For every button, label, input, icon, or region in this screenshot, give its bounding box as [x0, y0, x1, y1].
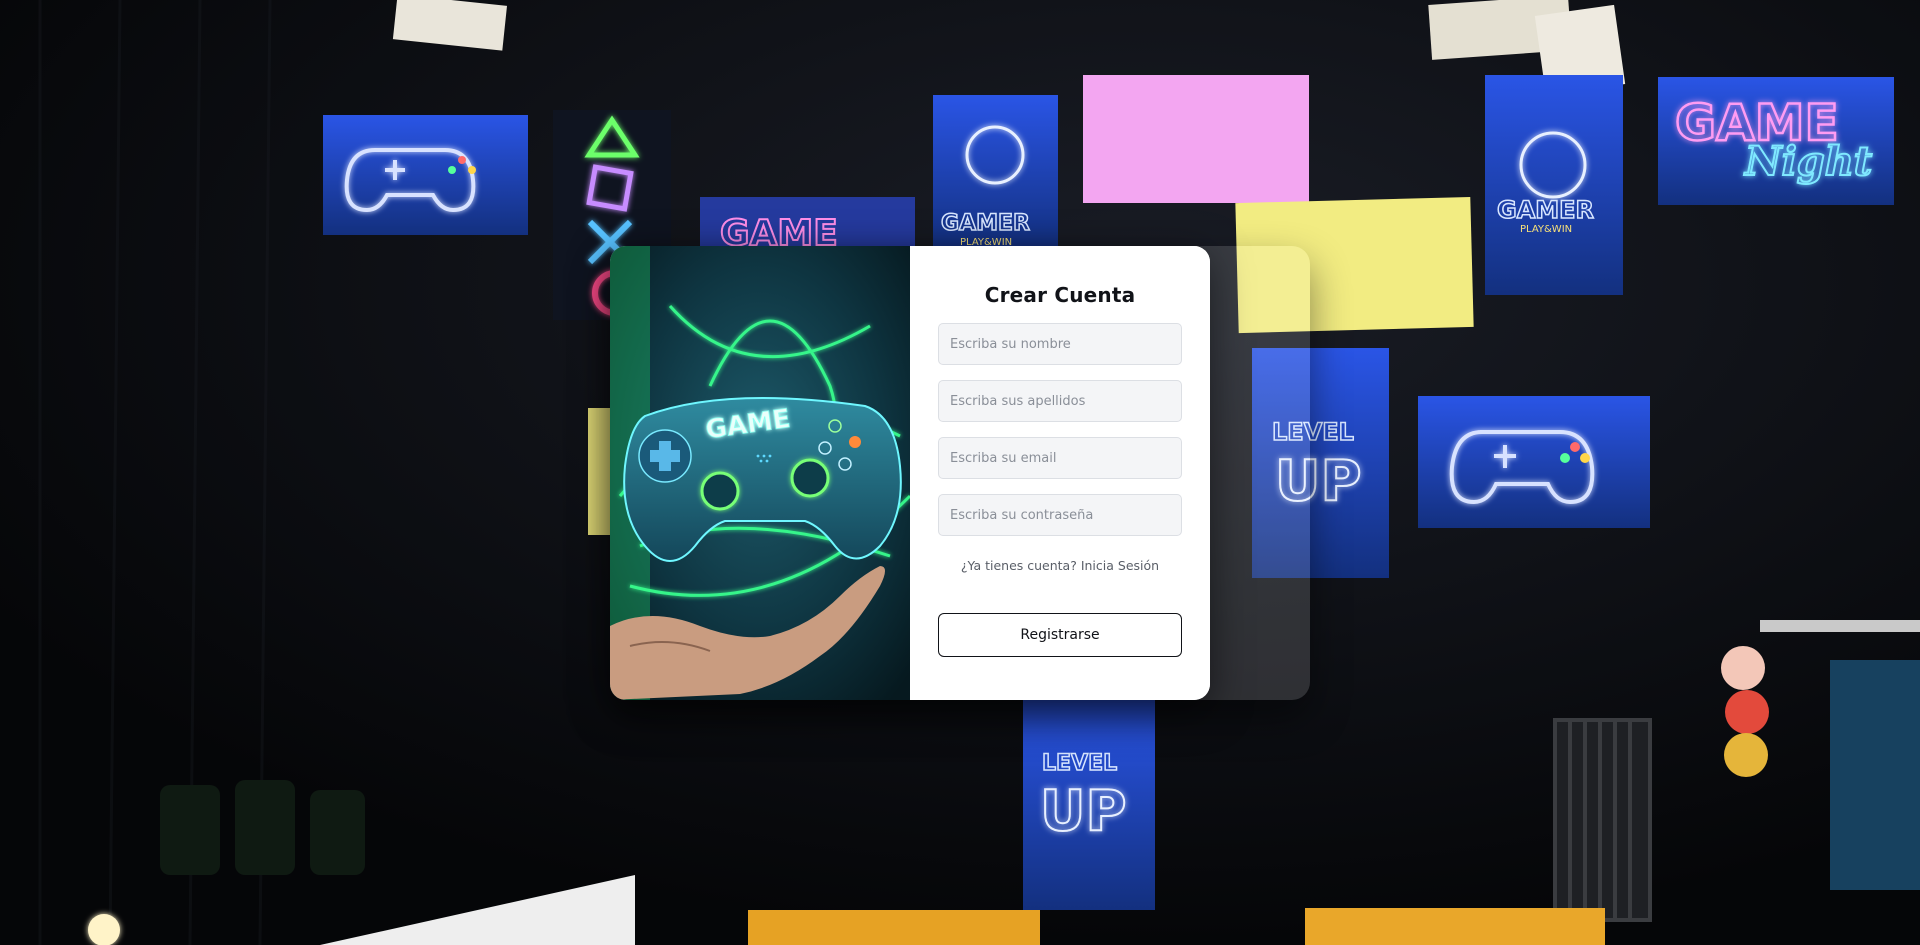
- radiator: [1553, 718, 1652, 922]
- page-title: Crear Cuenta: [984, 283, 1136, 307]
- neon-controller-sign-right: [1418, 396, 1650, 528]
- orange-seat: [1305, 908, 1605, 945]
- neon-gamer-sign: GAMER PLAY&WIN: [933, 95, 1058, 250]
- last-name-input[interactable]: [938, 380, 1182, 422]
- gamer-sign-right-text: GAMER: [1497, 196, 1594, 224]
- controller-illustration: GAME: [610, 246, 910, 700]
- email-input[interactable]: [938, 437, 1182, 479]
- paper-lantern: [1721, 646, 1765, 690]
- blue-shutter: [1830, 660, 1920, 890]
- neon-level-up-sign-bottom: LEVEL UP: [1023, 700, 1155, 910]
- paper-lantern: [1724, 733, 1768, 777]
- string-lights-rail: [1760, 620, 1920, 632]
- neon-gamer-sign-right: GAMER PLAY&WIN: [1485, 75, 1623, 295]
- login-link[interactable]: ¿Ya tienes cuenta? Inicia Sesión: [961, 558, 1159, 573]
- pink-light-panel: [1083, 75, 1309, 203]
- gaming-chairs: [160, 780, 365, 875]
- paper-lantern: [1725, 690, 1769, 734]
- register-card: GAME Crear Cuenta ¿Ya tienes cuenta? Ini…: [610, 246, 1210, 700]
- first-name-input[interactable]: [938, 323, 1182, 365]
- game-night-bottom: Night: [1743, 138, 1873, 185]
- register-button[interactable]: Registrarse: [938, 613, 1182, 657]
- neon-game-night-sign: GAME Night: [1658, 77, 1894, 205]
- register-form: Crear Cuenta ¿Ya tienes cuenta? Inicia S…: [910, 246, 1210, 700]
- level-text-bottom: LEVEL: [1042, 751, 1117, 776]
- orange-seat: [748, 910, 1040, 945]
- password-input[interactable]: [938, 494, 1182, 536]
- neon-controller-sign: [323, 115, 528, 235]
- desk-lamp: [88, 914, 120, 945]
- gamer-sign-right-sub: PLAY&WIN: [1520, 224, 1572, 235]
- gamer-sign-text: GAMER: [941, 211, 1030, 236]
- up-text-bottom: UP: [1040, 779, 1127, 844]
